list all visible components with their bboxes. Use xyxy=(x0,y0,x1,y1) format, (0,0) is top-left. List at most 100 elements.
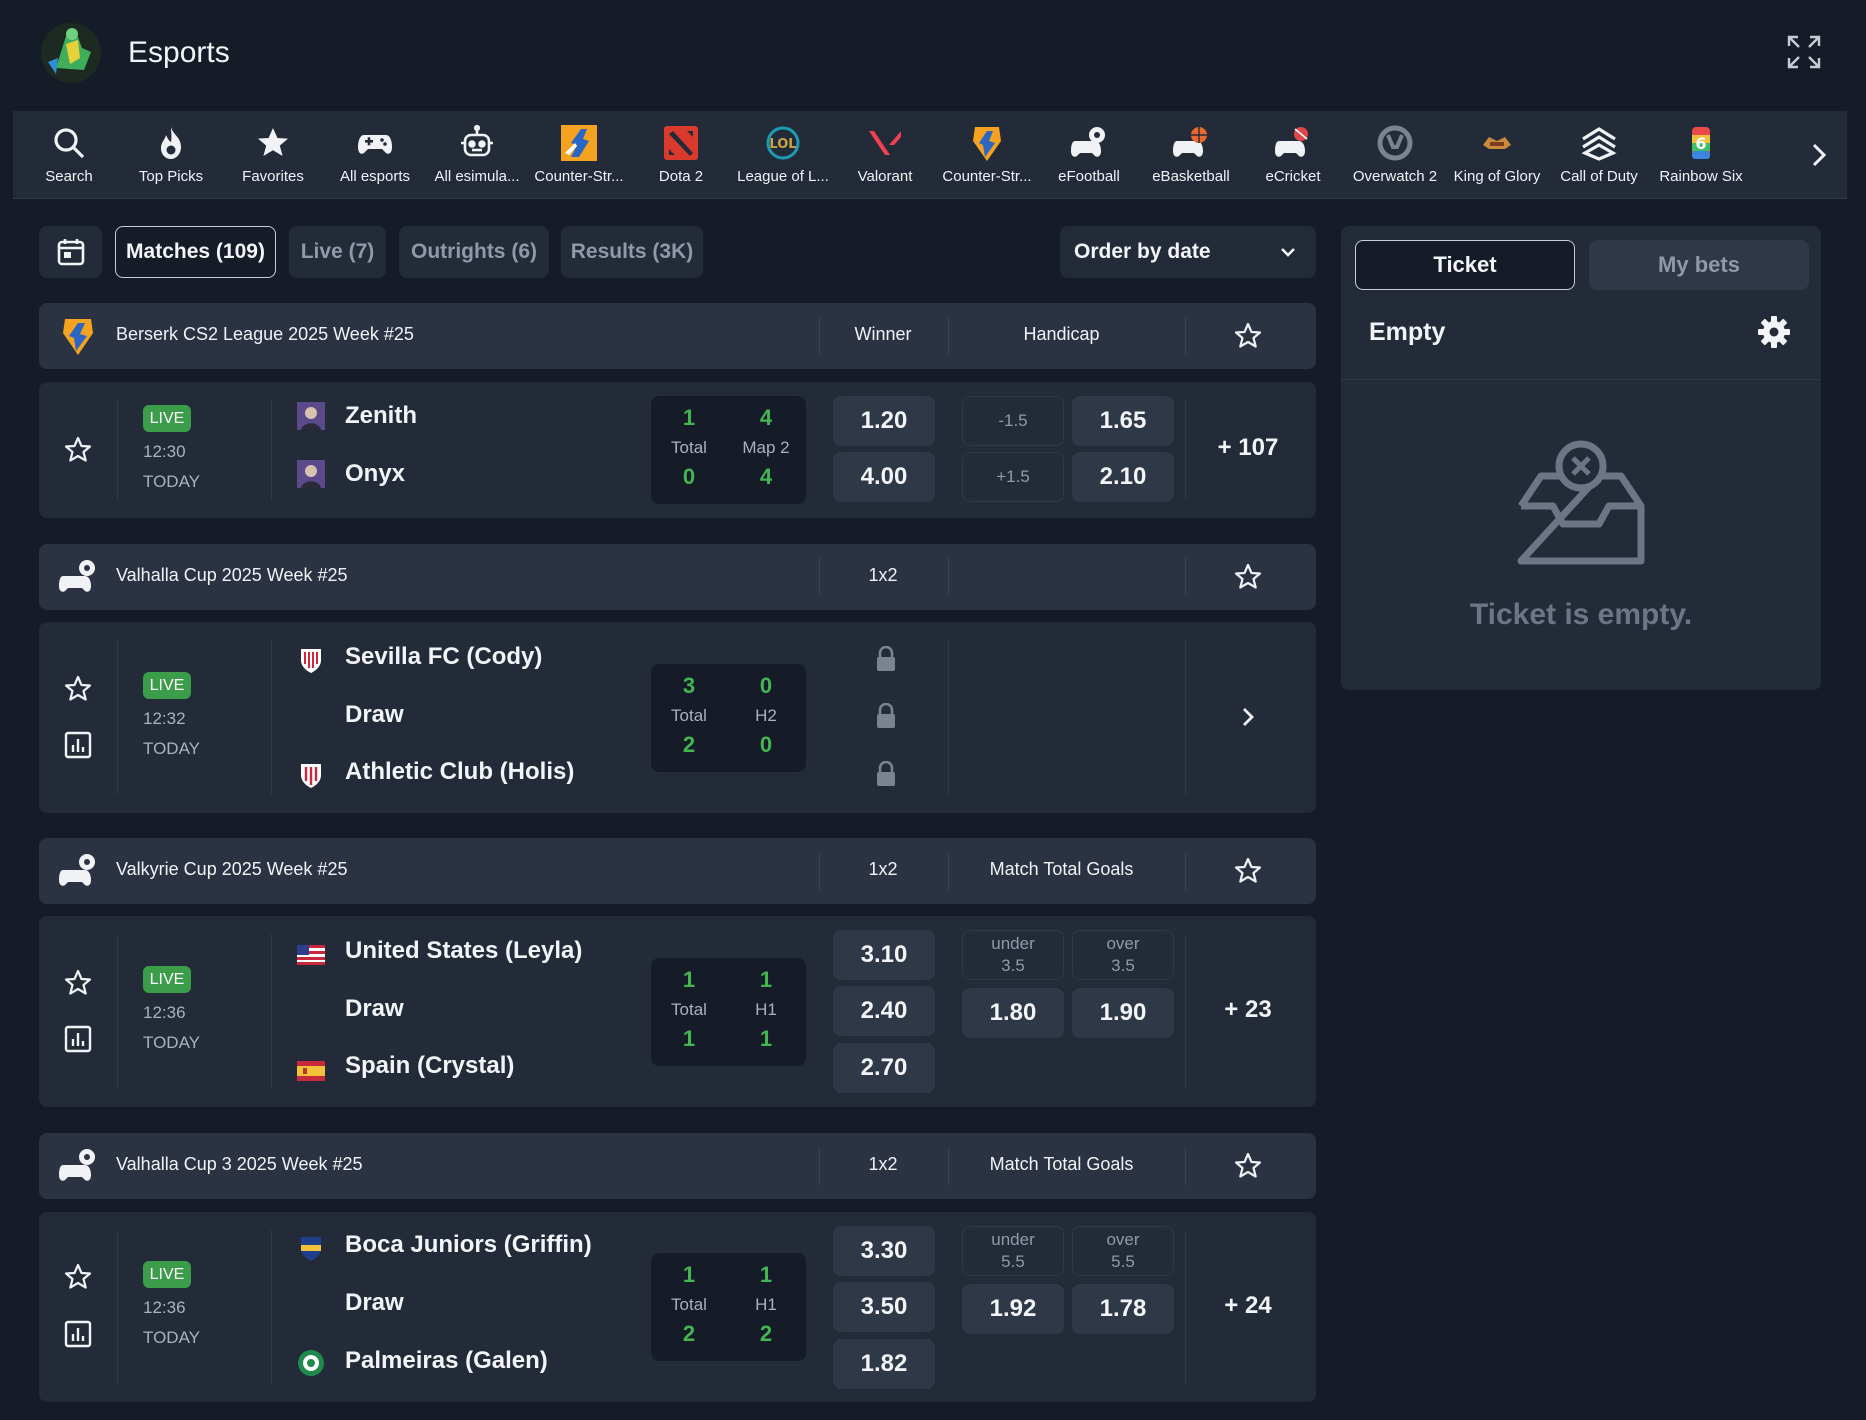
category-label: Favorites xyxy=(242,168,304,185)
calendar-icon xyxy=(57,239,84,266)
odd-button[interactable]: 3.30 xyxy=(833,1226,935,1276)
goals-line-value: 5.5 xyxy=(1001,1252,1025,1271)
category-overwatch-2[interactable]: Overwatch 2 xyxy=(1344,111,1446,199)
team-crest xyxy=(301,649,321,673)
team-name: United States (Leyla) xyxy=(345,937,583,964)
goals-line-over: over 3.5 xyxy=(1072,930,1174,980)
statistics-icon[interactable] xyxy=(63,730,93,760)
odd-button[interactable]: 1.82 xyxy=(833,1339,935,1389)
live-badge: LIVE xyxy=(143,966,191,993)
odd-button[interactable]: 1.65 xyxy=(1072,396,1174,446)
category-all-esimulations[interactable]: All esimula... xyxy=(426,111,528,199)
odd-button[interactable]: 3.50 xyxy=(833,1282,935,1332)
tab-ticket[interactable]: Ticket xyxy=(1355,240,1575,290)
odd-button[interactable]: 2.40 xyxy=(833,986,935,1036)
odd-button[interactable]: 1.92 xyxy=(962,1284,1064,1334)
statistics-icon[interactable] xyxy=(63,1024,93,1054)
category-valorant[interactable]: Valorant xyxy=(834,111,936,199)
match-card: LIVE 12:36 TODAY United States (Leyla) D… xyxy=(39,916,1316,1107)
lock-icon xyxy=(877,646,895,671)
score-label: H1 xyxy=(755,1000,777,1019)
lock-icon xyxy=(877,703,895,728)
tab-matches[interactable]: Matches (109) xyxy=(115,226,276,278)
draw-label: Draw xyxy=(345,1289,404,1316)
category-counter-strike[interactable]: Counter-Str... xyxy=(528,111,630,199)
calendar-button[interactable] xyxy=(39,226,102,278)
score-value: 2 xyxy=(682,732,696,757)
match-time: 12:36 xyxy=(143,1003,186,1022)
match-time: 12:32 xyxy=(143,709,186,728)
chevron-right-icon[interactable] xyxy=(1233,702,1263,732)
efootball-icon xyxy=(59,560,95,592)
valorant-icon xyxy=(869,131,901,155)
statistics-icon[interactable] xyxy=(63,1319,93,1349)
chevron-down-icon xyxy=(1281,248,1295,257)
odd-button[interactable]: 1.20 xyxy=(833,396,935,446)
category-label: Dota 2 xyxy=(658,168,704,185)
category-ecricket[interactable]: eCricket xyxy=(1242,111,1344,199)
category-label: Search xyxy=(45,168,93,185)
category-call-of-duty[interactable]: Call of Duty xyxy=(1548,111,1650,199)
market-header: 1x2 xyxy=(868,1154,898,1174)
chevron-right-icon[interactable] xyxy=(1799,135,1839,175)
market-header: Match Total Goals xyxy=(989,1154,1134,1174)
league-name: Valhalla Cup 3 2025 Week #25 xyxy=(116,1154,363,1174)
order-select-label: Order by date xyxy=(1074,240,1211,263)
odd-button[interactable]: 1.80 xyxy=(962,988,1064,1038)
goals-line-value: 3.5 xyxy=(1001,956,1025,975)
team-name: Spain (Crystal) xyxy=(345,1052,515,1079)
score-value: 0 xyxy=(759,673,773,698)
score-value: 0 xyxy=(759,732,773,757)
ebasketball-icon xyxy=(1173,127,1207,157)
odd-button[interactable]: 4.00 xyxy=(833,452,935,502)
category-league-of-legends[interactable]: LOL League of L... xyxy=(732,111,834,199)
efootball-icon xyxy=(1071,127,1105,157)
category-dota2[interactable]: Dota 2 xyxy=(630,111,732,199)
odd-button[interactable]: 2.10 xyxy=(1072,452,1174,502)
score-label: H2 xyxy=(755,706,777,725)
category-rainbow-six[interactable]: 6 Rainbow Six xyxy=(1650,111,1752,199)
tab-live[interactable]: Live (7) xyxy=(289,226,386,278)
star-outline-icon[interactable] xyxy=(63,1262,93,1292)
odd-button[interactable]: 1.90 xyxy=(1072,988,1174,1038)
more-markets-link[interactable]: + 23 xyxy=(1199,996,1297,1024)
star-outline-icon[interactable] xyxy=(1233,562,1263,592)
score-value: 1 xyxy=(682,967,696,992)
tab-outrights[interactable]: Outrights (6) xyxy=(399,226,549,278)
league-header: Berserk CS2 League 2025 Week #25 Winner … xyxy=(39,303,1316,369)
category-search[interactable]: Search xyxy=(18,111,120,199)
counter-strike-icon xyxy=(561,125,597,161)
odd-button[interactable]: 2.70 xyxy=(833,1043,935,1093)
more-markets-link[interactable]: + 107 xyxy=(1199,434,1297,462)
market-header: Match Total Goals xyxy=(989,859,1134,879)
odd-button[interactable]: 1.78 xyxy=(1072,1284,1174,1334)
category-all-esports[interactable]: All esports xyxy=(324,111,426,199)
score-label: H1 xyxy=(755,1295,777,1314)
category-top-picks[interactable]: Top Picks xyxy=(120,111,222,199)
star-outline-icon[interactable] xyxy=(63,968,93,998)
order-select[interactable]: Order by date xyxy=(1060,226,1316,278)
star-outline-icon[interactable] xyxy=(1233,321,1263,351)
category-king-of-glory[interactable]: King of Glory xyxy=(1446,111,1548,199)
efootball-icon xyxy=(59,1149,95,1181)
team-name: Sevilla FC (Cody) xyxy=(345,643,543,670)
star-outline-icon[interactable] xyxy=(63,435,93,465)
odd-button[interactable]: 3.10 xyxy=(833,930,935,980)
category-label: All esimula... xyxy=(434,168,520,185)
more-markets-link[interactable]: + 24 xyxy=(1199,1292,1297,1320)
star-outline-icon[interactable] xyxy=(1233,856,1263,886)
tab-my-bets[interactable]: My bets xyxy=(1589,240,1809,290)
category-favorites[interactable]: Favorites xyxy=(222,111,324,199)
star-outline-icon[interactable] xyxy=(1233,1151,1263,1181)
fullscreen-icon[interactable] xyxy=(1786,34,1822,70)
header: Esports xyxy=(0,0,1866,110)
category-counter-strike-2[interactable]: Counter-Str... xyxy=(936,111,1038,199)
category-efootball[interactable]: eFootball xyxy=(1038,111,1140,199)
category-ebasketball[interactable]: eBasketball xyxy=(1140,111,1242,199)
tab-results[interactable]: Results (3K) xyxy=(561,226,703,278)
gamepad-icon xyxy=(358,135,392,154)
live-score: 1 4 Total Map 2 0 4 xyxy=(651,396,806,504)
star-outline-icon[interactable] xyxy=(63,674,93,704)
page-title: Esports xyxy=(128,36,230,69)
gear-icon[interactable] xyxy=(1756,314,1792,350)
